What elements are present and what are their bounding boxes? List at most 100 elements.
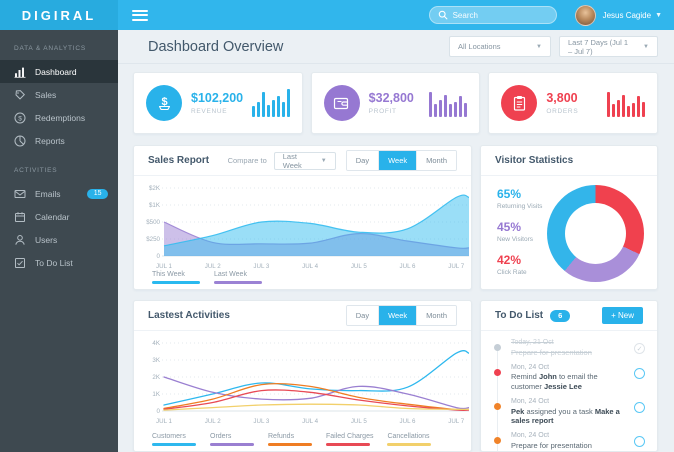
calendar-icon — [14, 211, 26, 223]
sidebar-item-emails[interactable]: Emails 15 — [0, 182, 118, 205]
location-filter-select[interactable]: All Locations ▼ — [449, 36, 551, 57]
todo-checkbox[interactable] — [634, 402, 645, 414]
visitor-statistics-card: Visitor Statistics 65% Returning Visits 45… — [480, 145, 658, 290]
sparkline-bar — [637, 96, 641, 117]
sparkline-bar — [627, 105, 631, 117]
dollar-circle-icon: $ — [14, 112, 26, 124]
sales-chart-legend: This Week Last Week — [152, 271, 276, 284]
sidebar-item-reports[interactable]: Reports — [0, 129, 118, 152]
search-input[interactable] — [452, 10, 548, 20]
activities-range-month-button[interactable]: Month — [416, 306, 456, 325]
sparkline-bar — [459, 96, 463, 117]
stat-value: $32,800 — [368, 91, 414, 105]
chevron-down-icon: ▼ — [320, 157, 327, 164]
dashboard-app: DIGIRAL Jesus Cagide ▼ DATA & ANALYTICSD… — [0, 0, 674, 452]
sidebar-item-label: Reports — [35, 135, 65, 146]
sparkline-bar — [439, 100, 443, 117]
sidebar-item-label: Dashboard — [35, 66, 77, 77]
todo-list-card: To Do List 6 + New Today, 21 Oct Prepare … — [480, 300, 658, 452]
money-icon: $ — [146, 85, 182, 121]
topbar: DIGIRAL Jesus Cagide ▼ — [0, 0, 674, 30]
wallet-icon — [323, 85, 360, 121]
sidebar-item-dashboard[interactable]: Dashboard — [0, 60, 118, 83]
todo-item[interactable]: Mon, 24 Oct Prepare for presentation — [481, 429, 657, 451]
activities-range-day-button[interactable]: Day — [346, 306, 379, 325]
svg-text:2K: 2K — [152, 374, 160, 381]
sales-range-week-button[interactable]: Week — [378, 151, 417, 170]
compare-to-select[interactable]: Last Week ▼ — [273, 151, 336, 170]
todo-text: Pek assigned you a task Make a sales rep… — [511, 406, 620, 425]
sparkline-bar — [271, 100, 275, 117]
latest-activities-card: Lastest Activities Day Week Month 4K 3K 2K 1K… — [133, 300, 472, 452]
todo-checkbox[interactable]: ✓ — [634, 343, 645, 354]
visitor-stat-click-rate: 42% Click Rate — [497, 253, 542, 276]
svg-text:JUL 2: JUL 2 — [205, 418, 221, 425]
sparkline-bar — [434, 104, 438, 117]
todo-item[interactable]: Mon, 24 Oct Pek assigned you a task Make … — [481, 395, 657, 429]
legend-label: Last Week — [214, 271, 247, 278]
activities-range-week-button[interactable]: Week — [378, 306, 417, 325]
todo-item[interactable]: Mon, 24 Oct Remind John to email the cust… — [481, 361, 657, 395]
date-range-select[interactable]: Last 7 Days (Jul 1 – Jul 7) ▼ — [559, 36, 658, 57]
legend-item-failed-charges: Failed Charges — [326, 433, 373, 446]
location-filter-value: All Locations — [458, 42, 501, 51]
hamburger-menu-icon[interactable] — [132, 9, 148, 21]
sparkline-bar — [449, 104, 453, 117]
svg-text:JUL 1: JUL 1 — [156, 418, 172, 425]
main-content: Dashboard Overview All Locations ▼ Last … — [118, 30, 674, 452]
svg-text:JUL 6: JUL 6 — [400, 418, 416, 425]
sidebar-item-users[interactable]: Users — [0, 228, 118, 251]
legend-swatch — [214, 281, 262, 284]
sales-report-header: Sales Report Compare to Last Week ▼ Day W… — [134, 146, 471, 176]
todo-checkbox[interactable] — [634, 367, 645, 379]
sidebar-section-label: ACTIVITIES — [14, 167, 58, 174]
todo-status-dot — [494, 344, 501, 351]
svg-text:$500: $500 — [146, 219, 160, 226]
sidebar-item-label: Sales — [35, 89, 57, 100]
sales-range-group: Day Week Month — [345, 150, 457, 171]
sales-range-month-button[interactable]: Month — [416, 151, 456, 170]
visitor-statistics-header: Visitor Statistics — [481, 146, 657, 176]
activities-chart-legend: Customers Orders Refunds Failed Charges Canc… — [152, 433, 445, 446]
svg-text:JUL 2: JUL 2 — [205, 263, 221, 270]
sparkline-bar — [622, 94, 626, 117]
sparkline-bar — [642, 101, 646, 117]
sidebar-item-calendar[interactable]: Calendar — [0, 205, 118, 228]
legend-item-orders: Orders — [210, 433, 254, 446]
legend-item-customers: Customers — [152, 433, 196, 446]
sparkline-bar — [256, 101, 260, 117]
new-task-button[interactable]: + New — [602, 307, 643, 324]
todo-count-badge: 6 — [550, 309, 571, 322]
svg-text:4K: 4K — [152, 340, 160, 347]
sales-range-day-button[interactable]: Day — [346, 151, 379, 170]
svg-text:0: 0 — [157, 408, 161, 415]
legend-label: Cancellations — [387, 433, 430, 440]
todo-date: Mon, 24 Oct — [511, 363, 550, 371]
todo-text: Prepare for presentation — [511, 347, 592, 357]
card-title: Sales Report — [148, 155, 210, 166]
stat-value: 3,800 — [546, 91, 578, 105]
search-box[interactable] — [428, 6, 557, 24]
visitor-stat-label: Returning Visits — [497, 203, 543, 210]
todo-item[interactable]: Today, 21 Oct Prepare for presentation ✓ — [481, 336, 657, 361]
visitor-stat-label: Click Rate — [497, 269, 527, 276]
todo-checkbox[interactable] — [634, 436, 645, 448]
svg-text:0: 0 — [157, 253, 161, 260]
user-menu[interactable]: Jesus Cagide ▼ — [574, 4, 674, 26]
legend-label: This Week — [152, 271, 185, 278]
sparkline-bar — [251, 105, 255, 117]
sidebar-item-to-do-list[interactable]: To Do List — [0, 251, 118, 274]
legend-label: Refunds — [268, 433, 295, 440]
visitor-stat-new-visitors: 45% New Visitors — [497, 220, 542, 243]
sidebar-item-sales[interactable]: Sales — [0, 83, 118, 106]
checklist-icon — [14, 257, 26, 269]
legend-item-this-week: This Week — [152, 271, 200, 284]
sidebar-item-redemptions[interactable]: $ Redemptions — [0, 106, 118, 129]
todo-date: Mon, 24 Oct — [511, 398, 550, 406]
card-title: To Do List — [495, 310, 544, 321]
stat-card-revenue: $ $102,200 REVENUE — [133, 72, 303, 134]
stat-card-profit: $32,800 PROFIT — [310, 72, 481, 134]
sparkline-bar-chart — [429, 89, 468, 117]
sparkline-bar — [607, 91, 611, 117]
sidebar: DATA & ANALYTICS Dashboard Sales $ Redemptio… — [0, 30, 118, 452]
